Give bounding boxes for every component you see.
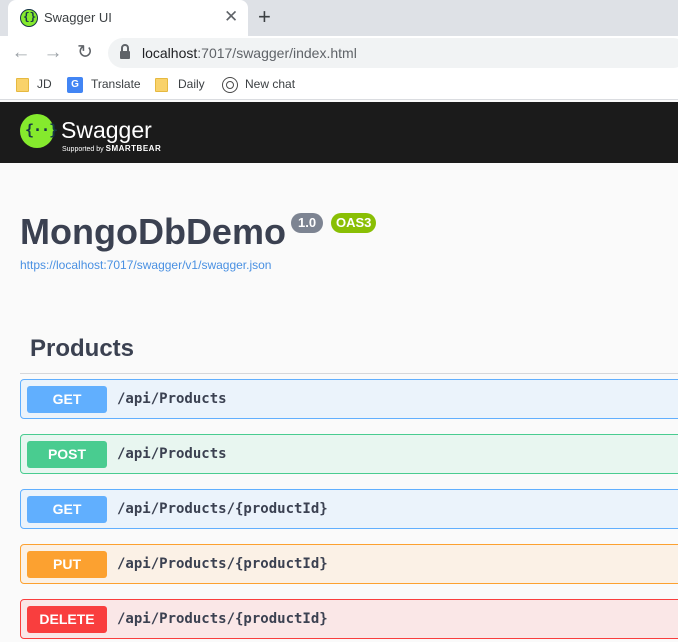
operation-path: /api/Products xyxy=(117,391,227,407)
operation-path: /api/Products/{productId} xyxy=(117,611,328,627)
operation-path: /api/Products/{productId} xyxy=(117,501,328,517)
address-bar[interactable]: localhost:7017/swagger/index.html xyxy=(108,38,678,68)
url-text[interactable]: localhost:7017/swagger/index.html xyxy=(142,45,357,61)
bookmark-daily[interactable]: Daily xyxy=(155,77,210,93)
tab-strip: Swagger UI ✕ + xyxy=(0,0,678,36)
oas-badge: OAS3 xyxy=(331,213,377,233)
tag-header-products[interactable]: Products xyxy=(20,333,678,374)
method-badge: GET xyxy=(27,496,107,523)
close-tab-icon[interactable]: ✕ xyxy=(224,8,238,26)
opblock-get-products[interactable]: GET /api/Products xyxy=(20,379,678,419)
operation-path: /api/Products/{productId} xyxy=(117,556,328,572)
browser-tab[interactable]: Swagger UI ✕ xyxy=(8,0,248,36)
spec-url-link[interactable]: https://localhost:7017/swagger/v1/swagge… xyxy=(20,258,271,272)
method-badge: POST xyxy=(27,441,107,468)
folder-icon xyxy=(155,78,168,92)
bookmark-label: Translate xyxy=(91,77,141,91)
folder-icon xyxy=(16,78,29,92)
bookmark-jd[interactable]: JD xyxy=(16,77,56,93)
method-badge: PUT xyxy=(27,551,107,578)
tab-title: Swagger UI xyxy=(44,10,112,25)
chat-icon xyxy=(222,77,238,93)
back-arrow-icon[interactable]: ← xyxy=(8,40,34,66)
bookmark-new-chat[interactable]: New chat xyxy=(222,77,302,93)
version-badge: 1.0 xyxy=(291,213,324,233)
swagger-logo-icon[interactable]: {··} xyxy=(20,114,58,148)
swagger-favicon-icon xyxy=(20,9,38,27)
swagger-logo-subtitle: Supported by SMARTBEAR xyxy=(62,144,162,153)
bookmark-label: Daily xyxy=(178,77,205,91)
opblock-get-product-by-id[interactable]: GET /api/Products/{productId} xyxy=(20,489,678,529)
swagger-logo-text[interactable]: Swagger xyxy=(61,117,152,144)
new-tab-button[interactable]: + xyxy=(258,5,271,29)
bookmark-label: JD xyxy=(37,77,52,91)
swagger-topbar: {··} Swagger Supported by SMARTBEAR xyxy=(0,102,678,163)
browser-toolbar: ← → ↻ localhost:7017/swagger/index.html xyxy=(0,36,678,70)
method-badge: GET xyxy=(27,386,107,413)
method-badge: DELETE xyxy=(27,606,107,633)
reload-icon[interactable]: ↻ xyxy=(72,40,98,66)
bookmark-label: New chat xyxy=(245,77,296,91)
bookmarks-bar: JD G Translate Daily New chat xyxy=(0,70,678,100)
api-title: MongoDbDemo xyxy=(20,211,286,252)
opblock-post-products[interactable]: POST /api/Products xyxy=(20,434,678,474)
operation-path: /api/Products xyxy=(117,446,227,462)
bookmark-translate[interactable]: G Translate xyxy=(67,77,147,93)
opblock-put-product-by-id[interactable]: PUT /api/Products/{productId} xyxy=(20,544,678,584)
lock-icon[interactable] xyxy=(120,44,130,59)
tag-title: Products xyxy=(30,335,135,362)
forward-arrow-icon[interactable]: → xyxy=(40,40,66,66)
translate-icon: G xyxy=(67,77,83,93)
opblock-delete-product-by-id[interactable]: DELETE /api/Products/{productId} xyxy=(20,599,678,639)
